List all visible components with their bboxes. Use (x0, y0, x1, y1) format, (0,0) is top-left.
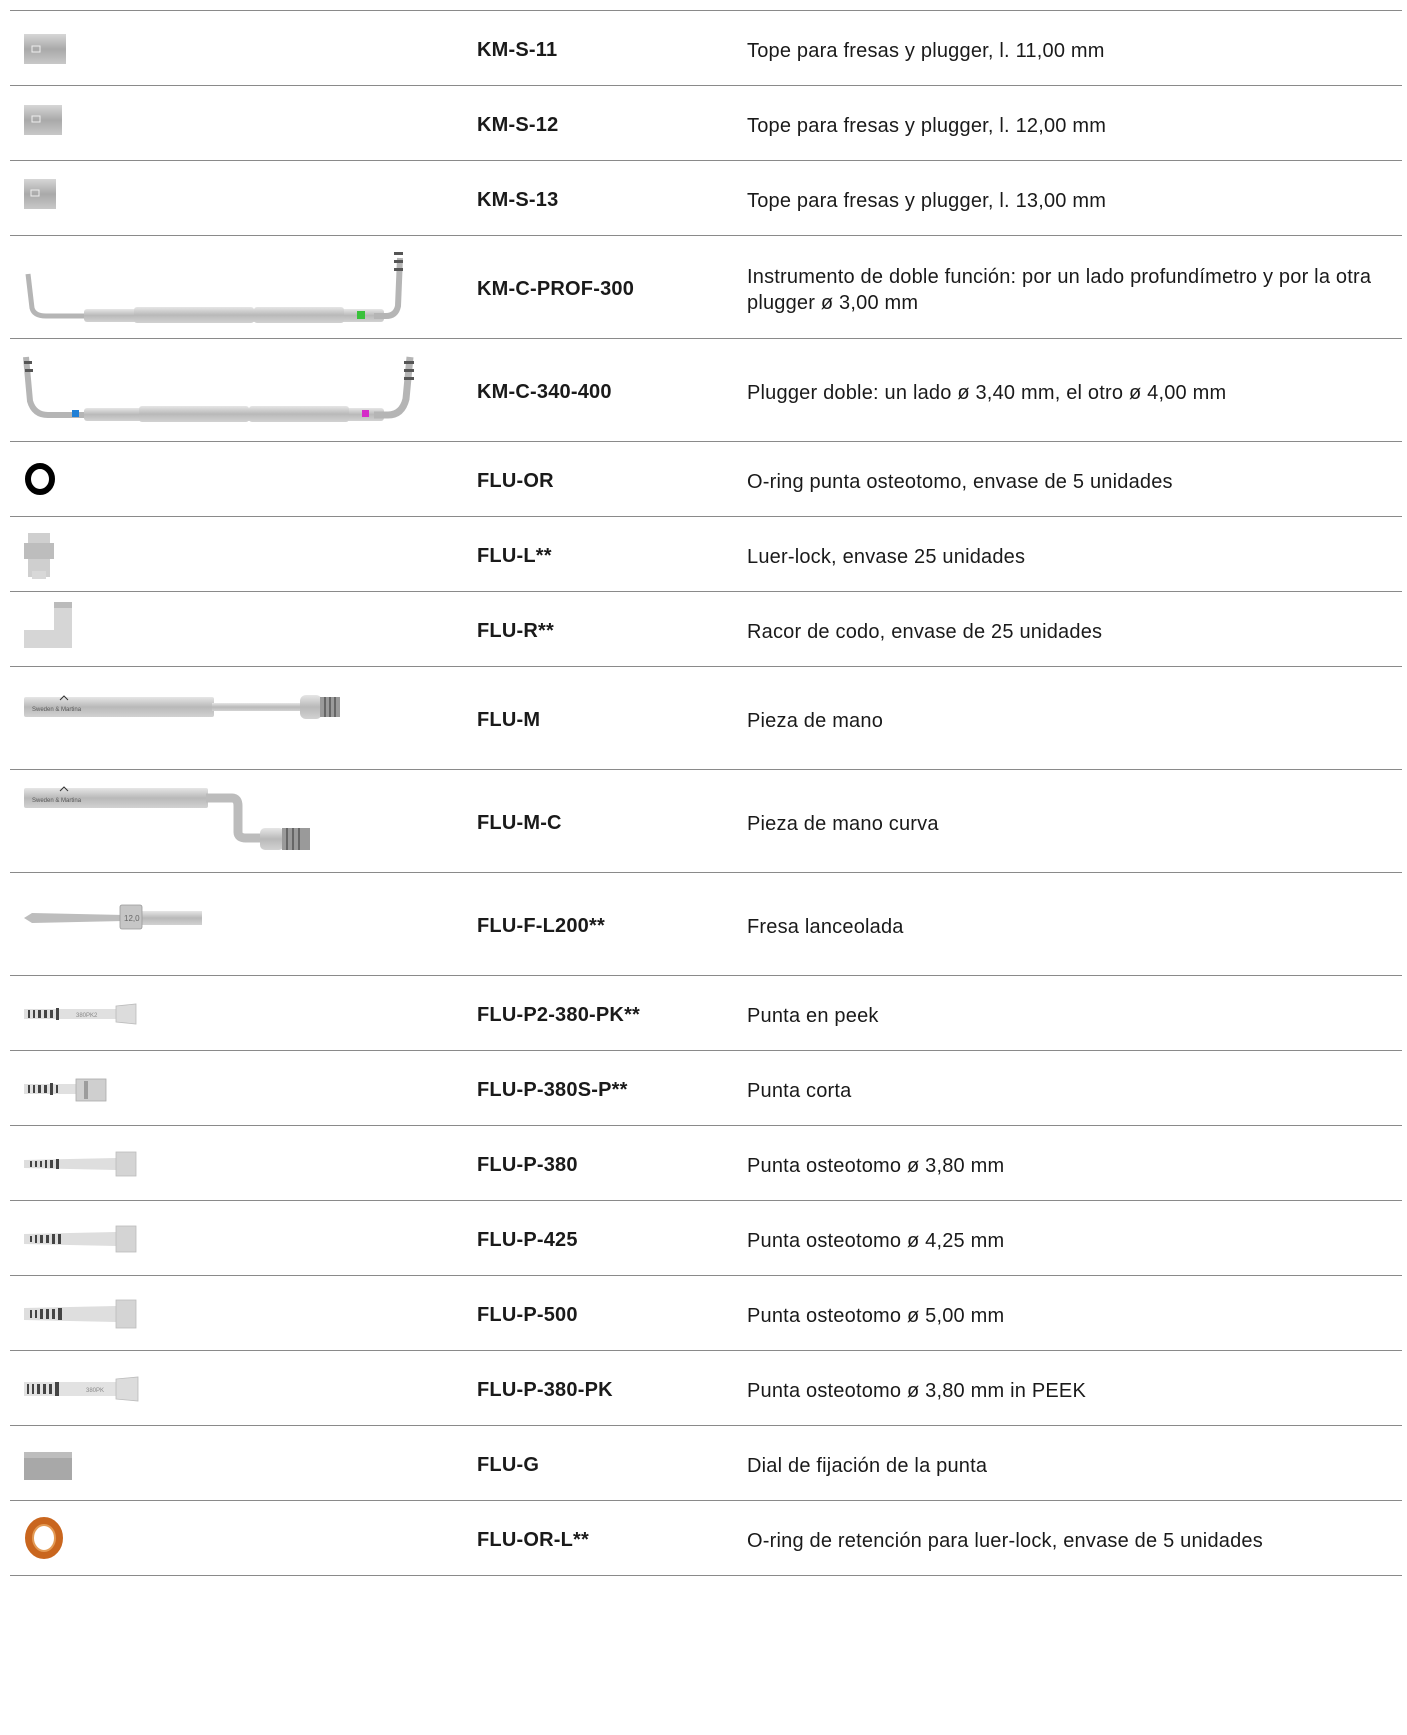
osteotome-tip-425-icon (24, 1201, 464, 1275)
accent-mark (357, 311, 365, 319)
product-description: Tope para fresas y plugger, l. 11,00 mm (747, 40, 1105, 62)
table-row: FLU-P-500 Punta osteotomo ø 5,00 mm (10, 1276, 1402, 1351)
product-description: Instrumento de doble función: por un lad… (747, 266, 1372, 314)
product-code: FLU-OR-L** (477, 1529, 589, 1551)
table-row: FLU-L** Luer-lock, envase 25 unidades (10, 517, 1402, 592)
table-row: KM-S-11 Tope para fresas y plugger, l. 1… (10, 11, 1402, 86)
product-description: O-ring de retención para luer-lock, enva… (747, 1530, 1263, 1552)
product-code: FLU-M-C (477, 812, 562, 834)
fixing-dial-icon (24, 1426, 464, 1500)
product-description: Pieza de mano curva (747, 813, 939, 835)
product-code: KM-S-13 (477, 189, 559, 211)
stop-11-icon (24, 11, 464, 85)
product-description: O-ring punta osteotomo, envase de 5 unid… (747, 471, 1173, 493)
product-code: FLU-P-500 (477, 1304, 578, 1326)
o-ring-black-icon (24, 442, 464, 516)
table-row: 380PK2 FLU-P2-380-PK** Punta en peek (10, 976, 1402, 1051)
product-description: Racor de codo, envase de 25 unidades (747, 621, 1103, 643)
brand-text: Sweden & Martina (32, 707, 82, 713)
product-description: Tope para fresas y plugger, l. 12,00 mm (747, 115, 1107, 137)
double-plugger-icon (23, 339, 464, 441)
table-row: FLU-G Dial de fijación de la punta (10, 1426, 1402, 1501)
lanceolate-drill-icon: 12,0 (24, 873, 464, 975)
product-description: Pieza de mano (747, 710, 884, 732)
product-description: Punta osteotomo ø 3,80 mm in PEEK (747, 1380, 1086, 1402)
table-row: KM-S-12 Tope para fresas y plugger, l. 1… (10, 86, 1402, 161)
product-code: FLU-G (477, 1454, 540, 1476)
table-row: FLU-P-425 Punta osteotomo ø 4,25 mm (10, 1201, 1402, 1276)
table-row: Sweden & Martina FLU-M Pieza de mano (10, 667, 1402, 770)
product-code: FLU-P-425 (477, 1229, 578, 1251)
brand-text: Sweden & Martina (32, 798, 82, 804)
product-code: FLU-P-380S-P** (477, 1079, 628, 1101)
o-ring-orange-icon (24, 1501, 464, 1575)
product-code: FLU-P-380-PK (477, 1379, 613, 1401)
product-description: Punta en peek (747, 1005, 879, 1027)
product-code: FLU-F-L200** (477, 915, 605, 937)
handpiece-curved-icon: Sweden & Martina (24, 770, 464, 872)
stop-13-icon (24, 161, 464, 235)
product-code: FLU-L** (477, 545, 552, 567)
product-code: FLU-P-380 (477, 1154, 578, 1176)
stop-12-icon (24, 86, 464, 160)
product-code: KM-S-12 (477, 114, 559, 136)
product-description: Luer-lock, envase 25 unidades (747, 546, 1026, 568)
elbow-fitting-icon (24, 592, 464, 666)
depth-gauge-plugger-icon (24, 236, 464, 338)
product-code: KM-C-PROF-300 (477, 278, 635, 300)
osteotome-tip-380-icon (24, 1126, 464, 1200)
table-row: FLU-P-380 Punta osteotomo ø 3,80 mm (10, 1126, 1402, 1201)
product-description: Fresa lanceolada (747, 916, 904, 938)
product-description: Dial de fijación de la punta (747, 1455, 988, 1477)
drill-label: 12,0 (124, 914, 140, 923)
product-code: FLU-M (477, 709, 541, 731)
table-row: KM-C-340-400 Plugger doble: un lado ø 3,… (10, 339, 1402, 442)
product-description: Punta corta (747, 1080, 852, 1102)
product-description: Tope para fresas y plugger, l. 13,00 mm (747, 190, 1107, 212)
table-row: Sweden & Martina FLU-M-C Pieza de mano c… (10, 770, 1402, 873)
luer-lock-icon (24, 517, 464, 591)
osteotome-tip-peek-icon: 380PK (24, 1351, 464, 1425)
product-description: Punta osteotomo ø 4,25 mm (747, 1230, 1005, 1252)
table-row: KM-C-PROF-300 Instrumento de doble funci… (10, 236, 1402, 339)
table-row: FLU-OR-L** O-ring de retención para luer… (10, 1501, 1402, 1576)
product-description: Plugger doble: un lado ø 3,40 mm, el otr… (747, 382, 1227, 404)
table-row: 12,0 FLU-F-L200** Fresa lanceolada (10, 873, 1402, 976)
table-row: FLU-OR O-ring punta osteotomo, envase de… (10, 442, 1402, 517)
product-description: Punta osteotomo ø 3,80 mm (747, 1155, 1005, 1177)
table-row: FLU-R** Racor de codo, envase de 25 unid… (10, 592, 1402, 667)
table-row: FLU-P-380S-P** Punta corta (10, 1051, 1402, 1126)
product-table: KM-S-11 Tope para fresas y plugger, l. 1… (10, 10, 1402, 1576)
product-code: FLU-R** (477, 620, 554, 642)
table-row: KM-S-13 Tope para fresas y plugger, l. 1… (10, 161, 1402, 236)
product-code: KM-S-11 (477, 39, 558, 61)
accent-mark-pink (362, 410, 369, 417)
tip-label: 380PK2 (76, 1013, 98, 1019)
product-code: KM-C-340-400 (477, 381, 612, 403)
product-code: FLU-P2-380-PK** (477, 1004, 641, 1026)
handpiece-straight-icon: Sweden & Martina (24, 667, 464, 769)
peek-tip-icon: 380PK2 (24, 976, 464, 1050)
short-tip-icon (24, 1051, 464, 1125)
osteotome-tip-500-icon (24, 1276, 464, 1350)
product-code: FLU-OR (477, 470, 554, 492)
accent-mark-blue (72, 410, 79, 417)
table-row: 380PK FLU-P-380-PK Punta osteotomo ø 3,8… (10, 1351, 1402, 1426)
tip-label: 380PK (86, 1388, 104, 1394)
product-description: Punta osteotomo ø 5,00 mm (747, 1305, 1005, 1327)
